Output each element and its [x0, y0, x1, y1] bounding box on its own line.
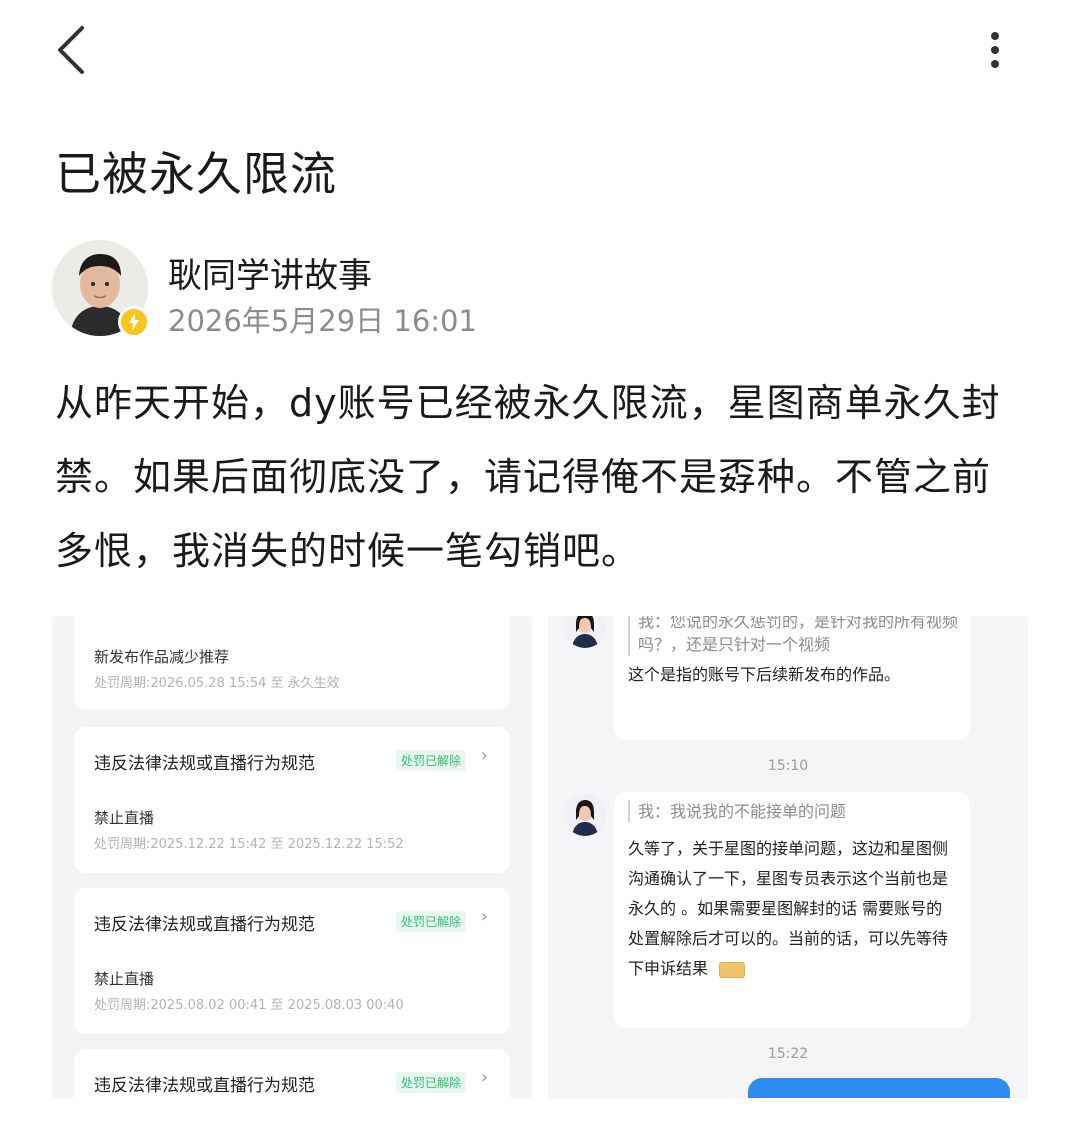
support-chat-image[interactable]: 我：您说的永久惩罚的，是针对我的所有视频吗？，还是只针对一个视频 这个是指的账号… [548, 616, 1028, 1098]
user-message-bubble [748, 1078, 1010, 1098]
penalty-title: 违反法律法规或直播行为规范 [94, 915, 315, 935]
status-badge: 处罚已解除 [395, 911, 466, 932]
penalty-action: 禁止直播 [94, 809, 155, 827]
agent-reply: 这个是指的账号下后续新发布的作品。 [628, 665, 901, 684]
chevron-right-icon: › [480, 906, 488, 927]
chat-timestamp: 15:10 [767, 758, 809, 774]
chat-timestamp: 15:22 [767, 1046, 809, 1062]
penalty-action: 新发布作品减少推荐 [94, 648, 230, 666]
more-button[interactable] [975, 26, 1015, 76]
more-vertical-icon [991, 32, 999, 68]
top-bar [0, 0, 1080, 100]
post-timestamp: 2026年5月29日 16:01 [168, 304, 477, 338]
agent-reply: 久等了，关于星图的接单问题，这边和星图侧沟通确认了一下，星图专员表示这个当前也是… [628, 834, 958, 984]
penalty-action: 禁止直播 [94, 970, 155, 988]
author-info: 耿同学讲故事 2026年5月29日 16:01 [52, 240, 752, 340]
chevron-right-icon: › [480, 1067, 488, 1088]
penalty-card: 新发布作品减少推荐 处罚周期:2026.05.28 15:54 至 永久生效 [74, 616, 510, 710]
agent-reply-text: 久等了，关于星图的接单问题，这边和星图侧沟通确认了一下，星图专员表示这个当前也是… [628, 839, 949, 978]
post-body: 从昨天开始，dy账号已经被永久限流，星图商单永久封禁。如果后面彻底没了，请记得俺… [55, 381, 1001, 573]
agent-avatar [564, 616, 606, 648]
chat-bubble: 我：您说的永久惩罚的，是针对我的所有视频吗？，还是只针对一个视频 这个是指的账号… [614, 616, 970, 740]
penalty-period: 处罚周期:2025.08.02 00:41 至 2025.08.03 00:40 [94, 998, 404, 1013]
penalty-period: 处罚周期:2026.05.28 15:54 至 永久生效 [94, 676, 340, 691]
chat-bubble: 我：我说我的不能接单的问题 久等了，关于星图的接单问题，这边和星图侧沟通确认了一… [614, 792, 970, 1028]
back-arrow-icon [58, 26, 84, 74]
penalty-card: 违反法律法规或直播行为规范 处罚已解除 › 禁止直播 处罚周期:2025.08.… [74, 888, 510, 1034]
penalty-records-image[interactable]: 新发布作品减少推荐 处罚周期:2026.05.28 15:54 至 永久生效 违… [52, 616, 532, 1098]
penalty-title: 违反法律法规或直播行为规范 [94, 754, 315, 774]
penalty-card: 违反法律法规或直播行为规范 处罚已解除 › [74, 1049, 510, 1098]
author-name[interactable]: 耿同学讲故事 [168, 248, 372, 297]
penalty-period: 处罚周期:2025.12.22 15:42 至 2025.12.22 15:52 [94, 837, 404, 852]
penalty-title: 违反法律法规或直播行为规范 [94, 1076, 315, 1096]
status-badge: 处罚已解除 [395, 750, 466, 771]
quoted-message: 我：我说我的不能接单的问题 [628, 800, 958, 823]
quoted-message: 我：您说的永久惩罚的，是针对我的所有视频吗？，还是只针对一个视频 [628, 616, 958, 656]
verified-badge-icon [118, 306, 150, 338]
penalty-card: 违反法律法规或直播行为规范 处罚已解除 › 禁止直播 处罚周期:2025.12.… [74, 727, 510, 873]
emoji-icon [719, 961, 746, 978]
status-badge: 处罚已解除 [395, 1072, 466, 1093]
post-title: 已被永久限流 [55, 147, 337, 201]
chevron-right-icon: › [480, 745, 488, 766]
back-button[interactable] [50, 22, 100, 78]
agent-avatar [564, 794, 606, 836]
